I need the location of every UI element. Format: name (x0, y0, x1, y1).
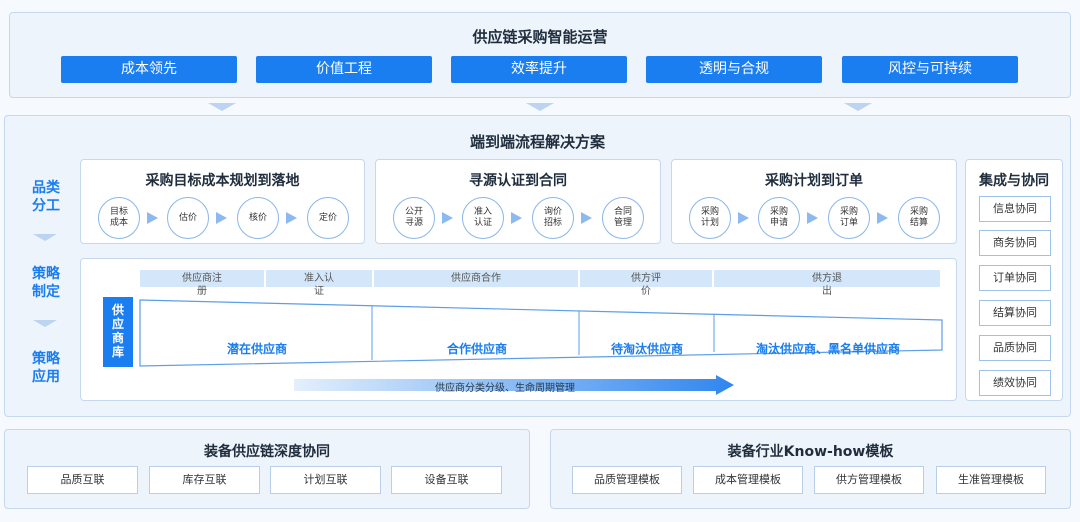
stage-exit: 供方退 出 (714, 270, 940, 297)
supplier-cooperating: 合作供应商 (446, 342, 507, 356)
stage-cooperation: 供应商合作 (374, 270, 578, 287)
stage-evaluation: 供方评 价 (580, 270, 712, 297)
integration-title: 集成与协同 (979, 173, 1049, 189)
step-purchase-settlement: 采购 结算 (898, 197, 940, 239)
process-plan-to-order: 采购计划到订单 采购 计划 采购 申请 采购 订单 采购 结算 (671, 159, 957, 244)
process-cost-planning: 采购目标成本规划到落地 目标 成本 估价 核价 定价 (80, 159, 365, 244)
process-plan-to-order-title: 采购计划到订单 (765, 173, 863, 189)
down-arrow-icon (208, 103, 236, 111)
stage-supplier-registration: 供应商注 册 (140, 270, 264, 297)
step-purchase-plan: 采购 计划 (689, 197, 731, 239)
chevron-right-icon (147, 212, 158, 224)
step-rfq-bidding: 询价 招标 (532, 197, 574, 239)
template-supplier: 供方管理模板 (814, 466, 924, 494)
template-cost: 成本管理模板 (693, 466, 803, 494)
supplier-eliminated-blacklist: 淘汰供应商、黑名单供应商 (755, 342, 900, 356)
process-cost-planning-title: 采购目标成本规划到落地 (145, 173, 300, 189)
chevron-right-icon (738, 212, 749, 224)
goal-risk-sustainability: 风控与可持续 (842, 56, 1018, 83)
collab-inventory: 库存互联 (149, 466, 260, 494)
down-arrow-icon (526, 103, 554, 111)
goal-value-engineering: 价值工程 (256, 56, 432, 83)
collab-plan: 计划互联 (270, 466, 381, 494)
integration-item-performance: 绩效协同 (979, 370, 1051, 396)
integration-item-order: 订单协同 (979, 265, 1051, 291)
side-label-strategy-formulation: 策略 制定 (32, 266, 60, 300)
chevron-right-icon (807, 212, 818, 224)
stage-admission: 准入认 证 (266, 270, 372, 297)
chevron-right-icon (877, 212, 888, 224)
ops-goals-panel: 供应链采购智能运营 (9, 12, 1071, 98)
down-arrow-icon (844, 103, 872, 111)
ops-goals-title: 供应链采购智能运营 (472, 28, 608, 46)
down-arrow-icon (33, 234, 57, 241)
step-pricing: 定价 (307, 197, 349, 239)
side-label-category-division: 品类 分工 (32, 180, 60, 214)
integration-item-info: 信息协同 (979, 196, 1051, 222)
integration-item-settlement: 结算协同 (979, 300, 1051, 326)
process-sourcing-contract: 寻源认证到合同 公开 寻源 准入 认证 询价 招标 合同 管理 (375, 159, 661, 244)
step-open-sourcing: 公开 寻源 (393, 197, 435, 239)
supplier-funnel (139, 299, 943, 367)
integration-item-quality: 品质协同 (979, 335, 1051, 361)
step-target-cost: 目标 成本 (98, 197, 140, 239)
step-estimate: 估价 (167, 197, 209, 239)
chevron-right-icon (581, 212, 592, 224)
template-production-prep: 生准管理模板 (936, 466, 1046, 494)
knowhow-title: 装备行业Know-how模板 (727, 444, 894, 460)
side-label-strategy-application: 策略 应用 (32, 351, 60, 385)
collab-equipment: 设备互联 (391, 466, 502, 494)
down-arrow-icon (33, 320, 57, 327)
step-price-check: 核价 (237, 197, 279, 239)
goal-transparency-compliance: 透明与合规 (646, 56, 822, 83)
integration-panel: 集成与协同 信息协同 商务协同 订单协同 结算协同 品质协同 绩效协同 (965, 159, 1063, 401)
stage-cooperation-label: 供应商合作 (451, 273, 501, 284)
collab-quality: 品质互联 (27, 466, 138, 494)
supplier-potential: 潜在供应商 (226, 342, 287, 356)
chevron-right-icon (511, 212, 522, 224)
integration-item-business: 商务协同 (979, 230, 1051, 256)
chevron-right-icon (216, 212, 227, 224)
supplier-library-label: 供 应 商 库 (103, 297, 133, 367)
chevron-right-icon (286, 212, 297, 224)
deep-collab-title: 装备供应链深度协同 (204, 444, 330, 460)
process-sourcing-contract-title: 寻源认证到合同 (469, 173, 567, 189)
goal-efficiency: 效率提升 (451, 56, 627, 83)
goal-cost-leadership: 成本领先 (61, 56, 237, 83)
supplier-to-be-eliminated: 待淘汰供应商 (610, 342, 683, 356)
step-purchase-order: 采购 订单 (828, 197, 870, 239)
chevron-right-icon (442, 212, 453, 224)
e2e-solution-title: 端到端流程解决方案 (469, 133, 605, 151)
step-contract-mgmt: 合同 管理 (602, 197, 644, 239)
template-quality: 品质管理模板 (572, 466, 682, 494)
step-purchase-request: 采购 申请 (758, 197, 800, 239)
step-admission-cert: 准入 认证 (462, 197, 504, 239)
lifecycle-label: 供应商分类分级、生命周期管理 (435, 383, 575, 394)
